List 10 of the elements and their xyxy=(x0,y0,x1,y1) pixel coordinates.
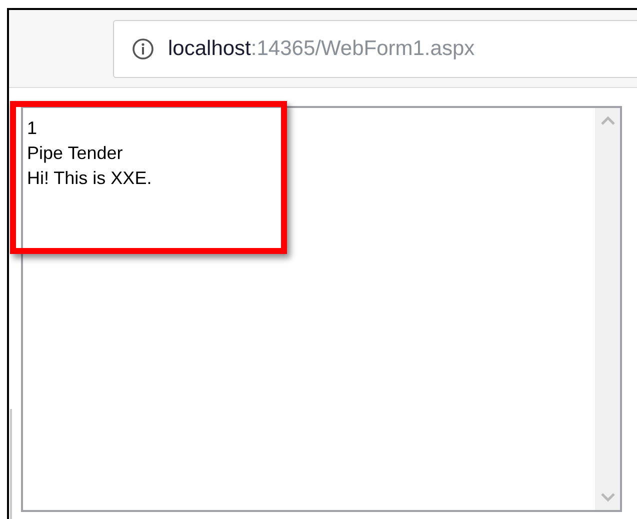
chevron-down-icon xyxy=(600,493,614,502)
address-bar[interactable]: localhost:14365/WebForm1.aspx xyxy=(113,20,637,78)
text-line: Pipe Tender xyxy=(27,142,123,165)
text-area[interactable]: 1 Pipe Tender Hi! This is XXE. xyxy=(21,106,622,512)
url-text: localhost:14365/WebForm1.aspx xyxy=(168,36,475,62)
text-line: 1 xyxy=(27,117,38,140)
scrollbar[interactable] xyxy=(595,108,620,510)
info-icon xyxy=(132,38,154,60)
text-line: Hi! This is XXE. xyxy=(27,167,152,190)
chevron-up-icon xyxy=(600,116,614,125)
